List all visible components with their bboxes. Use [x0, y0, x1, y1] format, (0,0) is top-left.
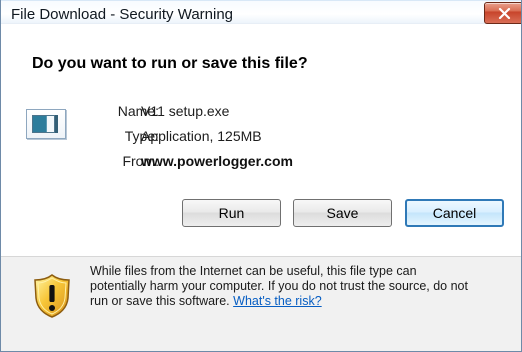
close-icon — [498, 8, 511, 19]
warning-line-1: While files from the Internet can be use… — [90, 264, 417, 278]
file-name-value: V11 setup.exe — [141, 103, 230, 119]
cancel-button[interactable]: Cancel — [405, 199, 504, 227]
run-button[interactable]: Run — [182, 199, 281, 227]
application-file-icon — [26, 109, 66, 139]
save-button[interactable]: Save — [293, 199, 392, 227]
whats-the-risk-link[interactable]: What's the risk? — [233, 294, 322, 308]
file-icon-window — [32, 115, 55, 133]
close-button[interactable] — [484, 2, 521, 24]
window-title: File Download - Security Warning — [11, 6, 234, 23]
download-question: Do you want to run or save this file? — [32, 55, 308, 72]
file-download-security-warning-dialog: File Download - Security Warning Do you … — [0, 0, 522, 352]
security-shield-icon — [34, 274, 70, 318]
file-type-value: Application, 125MB — [141, 128, 262, 144]
title-bar[interactable]: File Download - Security Warning — [1, 0, 521, 24]
security-warning-panel: While files from the Internet can be use… — [1, 257, 521, 351]
warning-line-2: potentially harm your computer. If you d… — [90, 279, 468, 293]
warning-line-3-prefix: run or save this software. — [90, 294, 230, 308]
file-icon-mark — [55, 115, 58, 133]
warning-line-3: run or save this software. What's the ri… — [90, 294, 322, 309]
file-source-value: www.powerlogger.com — [141, 153, 293, 169]
